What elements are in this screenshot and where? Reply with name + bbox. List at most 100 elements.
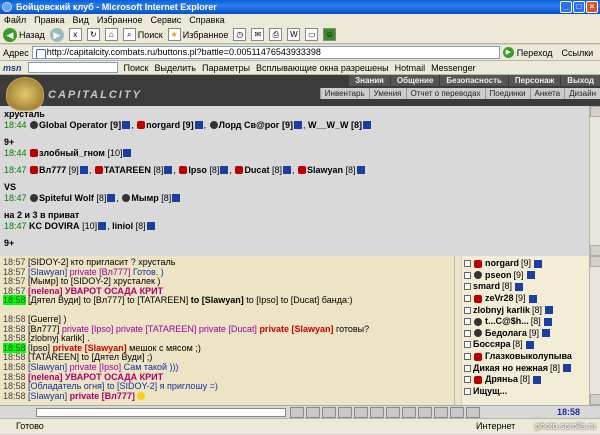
info-icon[interactable] <box>543 317 552 326</box>
info-icon[interactable] <box>79 166 88 174</box>
go-button[interactable]: Переход <box>517 48 553 58</box>
history-button[interactable]: ◷ <box>233 28 247 41</box>
popup-blocker-button[interactable]: Всплывающие окна разрешены <box>256 63 389 73</box>
menu-edit[interactable]: Правка <box>34 14 64 26</box>
favorites-button[interactable]: ★ Избранное <box>167 27 228 43</box>
nav-skills[interactable]: Умения <box>368 88 406 99</box>
close-button[interactable]: × <box>586 1 598 13</box>
players-scrollbar[interactable] <box>589 256 600 405</box>
print-button[interactable]: ⎙ <box>269 28 283 41</box>
nav-transfers[interactable]: Отчет о переводах <box>405 88 485 99</box>
private-checkbox[interactable] <box>464 306 471 314</box>
info-icon[interactable] <box>545 306 554 315</box>
player-row[interactable]: norgard [9] <box>464 258 587 270</box>
edit-button[interactable]: W <box>287 28 301 41</box>
send-button[interactable] <box>290 407 304 418</box>
battle-application[interactable]: 18:47 KC DOVIRA [10], liniol [8] <box>4 221 585 232</box>
info-icon[interactable] <box>541 329 550 338</box>
chat-mode-button[interactable] <box>370 407 384 418</box>
links-label[interactable]: Ссылки <box>562 48 594 58</box>
player-row[interactable]: pseon [9] <box>464 270 587 282</box>
private-checkbox[interactable] <box>464 271 471 279</box>
nav-design[interactable]: Дизайн <box>564 88 600 99</box>
menu-help[interactable]: Справка <box>189 14 224 26</box>
menu-view[interactable]: Вид <box>73 14 89 26</box>
smiles-button[interactable] <box>322 407 336 418</box>
nav-exit[interactable]: Выход <box>561 75 600 86</box>
info-icon[interactable] <box>533 375 542 384</box>
msn-options-button[interactable]: Параметры <box>202 63 250 73</box>
nav-character[interactable]: Персонаж <box>508 75 561 86</box>
private-checkbox[interactable] <box>464 283 471 291</box>
info-icon[interactable] <box>146 222 155 230</box>
info-icon[interactable] <box>164 166 173 174</box>
battle-application[interactable]: 18:47 Spiteful Wolf [8], Мымр [8] <box>4 193 585 204</box>
private-checkbox[interactable] <box>464 341 471 349</box>
messenger-link[interactable]: Messenger <box>431 63 476 73</box>
msn-highlight-button[interactable]: Выделить <box>154 63 196 73</box>
back-button[interactable]: ◀ Назад <box>3 27 45 43</box>
home-button[interactable]: ⌂ <box>104 28 118 41</box>
chat-input[interactable] <box>36 408 286 417</box>
menu-file[interactable]: Файл <box>4 14 26 26</box>
info-icon[interactable] <box>220 166 229 174</box>
forward-button[interactable]: ▶ <box>49 27 64 42</box>
private-checkbox[interactable] <box>464 295 471 303</box>
player-row[interactable]: zeVr28 [9] <box>464 293 587 305</box>
private-checkbox[interactable] <box>464 318 471 326</box>
battle-scrollbar[interactable] <box>589 106 600 256</box>
info-icon[interactable] <box>563 364 572 373</box>
private-checkbox[interactable] <box>464 329 471 337</box>
private-checkbox[interactable] <box>464 376 471 384</box>
search-button[interactable]: ⌕ Поиск <box>122 27 163 43</box>
menu-tools[interactable]: Сервис <box>150 14 181 26</box>
refresh-chat-button[interactable] <box>386 407 400 418</box>
battle-application[interactable]: 18:44 Global Operator [9], norgard [9], … <box>4 120 585 131</box>
chat-divider[interactable] <box>454 256 461 405</box>
info-icon[interactable] <box>356 166 365 174</box>
nav-security[interactable]: Безопасность <box>440 75 508 86</box>
nav-chat[interactable]: Общение <box>390 75 440 86</box>
help-button[interactable] <box>450 407 464 418</box>
maximize-button[interactable]: □ <box>573 1 585 13</box>
msn-logo[interactable]: msn <box>3 63 22 73</box>
filter-button[interactable] <box>354 407 368 418</box>
stop-button[interactable]: x <box>68 28 82 41</box>
minimize-button[interactable]: _ <box>560 1 572 13</box>
info-icon[interactable] <box>515 282 524 291</box>
battle-application[interactable]: 18:44 злобный_гном [10] <box>4 148 585 159</box>
info-icon[interactable] <box>528 294 537 303</box>
info-icon[interactable] <box>98 222 107 230</box>
sound-button[interactable] <box>402 407 416 418</box>
nav-inventory[interactable]: Инвентарь <box>319 88 369 99</box>
info-icon[interactable] <box>122 121 131 129</box>
info-icon[interactable] <box>525 340 534 349</box>
private-checkbox[interactable] <box>464 353 471 361</box>
info-icon[interactable] <box>534 259 543 268</box>
private-checkbox[interactable] <box>464 387 471 395</box>
private-checkbox[interactable] <box>464 364 471 372</box>
info-icon[interactable] <box>172 194 181 202</box>
refresh-button[interactable]: ↻ <box>86 28 100 41</box>
discuss-button[interactable]: ▭ <box>305 28 319 41</box>
messenger-button[interactable]: ☺ <box>323 28 337 41</box>
player-row[interactable]: Ищущ... <box>464 386 587 398</box>
menu-favorites[interactable]: Избранное <box>97 14 143 26</box>
player-row[interactable]: Боссяра [8] <box>464 339 587 351</box>
nav-profile[interactable]: Анкета <box>529 88 565 99</box>
nav-battles[interactable]: Поединки <box>484 88 530 99</box>
msn-search-button[interactable]: Поиск <box>124 63 149 73</box>
info-icon[interactable] <box>294 121 303 129</box>
player-row[interactable]: Глазковыколупыва <box>464 351 587 363</box>
clear-button[interactable] <box>306 407 320 418</box>
private-checkbox[interactable] <box>464 260 471 268</box>
nav-knowledge[interactable]: Знания <box>349 75 390 86</box>
info-icon[interactable] <box>194 121 203 129</box>
mail-button[interactable]: ✉ <box>251 28 265 41</box>
info-icon[interactable] <box>107 194 116 202</box>
player-row[interactable]: zlobnyj karlik [8] <box>464 304 587 316</box>
player-row[interactable]: Бедолага [9] <box>464 328 587 340</box>
exit-chat-button[interactable] <box>466 407 480 418</box>
info-icon[interactable] <box>363 121 372 129</box>
info-icon[interactable] <box>282 166 291 174</box>
